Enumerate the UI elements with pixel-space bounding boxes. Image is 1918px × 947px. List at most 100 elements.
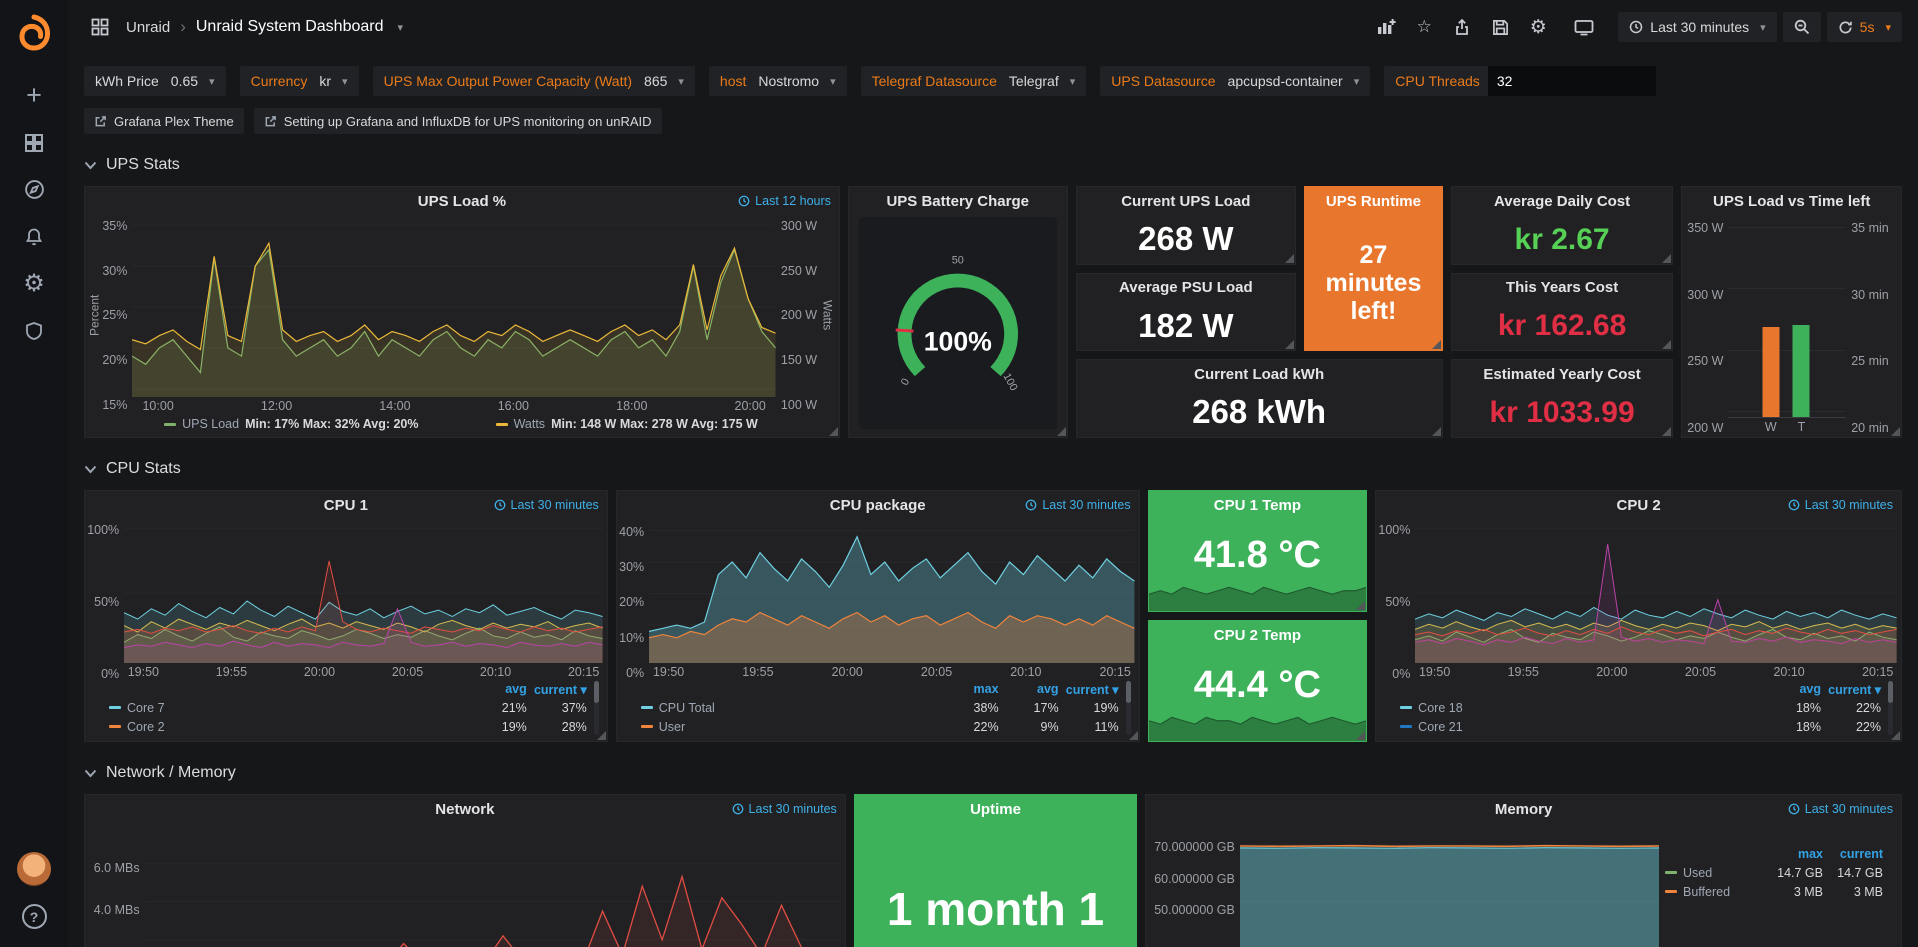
legend-column-header[interactable]: current ▾	[1821, 682, 1881, 697]
panel-title[interactable]: CPU 2	[1616, 497, 1660, 514]
panel-resize-handle[interactable]	[1891, 427, 1900, 436]
panel-title[interactable]: UPS Load %	[418, 193, 506, 210]
legend-column-header[interactable]: current	[1823, 847, 1883, 861]
legend-series-toggle[interactable]: Core 18	[1400, 701, 1761, 715]
panel-title[interactable]: UPS Runtime	[1326, 193, 1421, 210]
legend-series-toggle[interactable]: Buffered	[1665, 885, 1763, 899]
caret-down-icon[interactable]: ▾	[398, 21, 404, 34]
apps-grid-icon[interactable]	[84, 12, 116, 42]
create-icon[interactable]: +	[0, 72, 68, 119]
variable-value-dropdown[interactable]: 0.65▾	[167, 73, 226, 89]
plot-canvas	[145, 825, 841, 947]
cycle-view-tv-icon[interactable]	[1568, 12, 1600, 42]
panel-title[interactable]: UPS Battery Charge	[886, 193, 1029, 210]
panel-title[interactable]: CPU 2 Temp	[1214, 627, 1301, 644]
variable-value-dropdown[interactable]: Telegraf▾	[1005, 73, 1086, 89]
server-admin-shield-icon[interactable]	[0, 307, 68, 354]
panel-resize-handle[interactable]	[597, 731, 606, 740]
panel-resize-handle[interactable]	[1129, 731, 1138, 740]
y-tick-label: 250 W	[781, 264, 817, 278]
variable-value-dropdown[interactable]: apcupsd-container▾	[1224, 73, 1371, 89]
panel-title[interactable]: CPU 1 Temp	[1214, 497, 1301, 514]
legend-column-header[interactable]: current ▾	[527, 682, 587, 697]
dashboard-link-plex-theme[interactable]: Grafana Plex Theme	[84, 108, 244, 134]
panel-title[interactable]: Uptime	[970, 801, 1021, 818]
legend-series-toggle[interactable]: Core 21	[1400, 720, 1761, 734]
variable-value-dropdown[interactable]: 865▾	[640, 73, 695, 89]
legend-column-header[interactable]: avg	[467, 682, 527, 696]
legend-series-toggle[interactable]: Used	[1665, 866, 1763, 880]
panel-title[interactable]: CPU 1	[324, 497, 368, 514]
legend-item[interactable]: WattsMin: 148 W Max: 278 W Avg: 175 W	[496, 417, 758, 431]
plus-icon: +	[26, 82, 42, 109]
panel-resize-handle[interactable]	[1662, 340, 1671, 349]
legend-column-header[interactable]: max	[1763, 847, 1823, 861]
panel-resize-handle[interactable]	[1285, 254, 1294, 263]
panel-title[interactable]: Current UPS Load	[1121, 193, 1250, 210]
cpu-threads-input[interactable]	[1488, 66, 1656, 96]
panel-title[interactable]: This Years Cost	[1506, 279, 1618, 296]
grafana-logo[interactable]	[12, 12, 56, 56]
row-toggle-network-memory[interactable]: Network / Memory	[84, 764, 1902, 782]
sparkline	[1149, 710, 1367, 741]
panel-title[interactable]: CPU package	[830, 497, 926, 514]
panel-resize-handle[interactable]	[1285, 340, 1294, 349]
legend-series-toggle[interactable]: Core 7	[109, 701, 467, 715]
y-axis-right: 300 W250 W200 W150 W100 W	[776, 217, 820, 414]
legend-series-toggle[interactable]: Core 2	[109, 720, 467, 734]
panel-resize-handle[interactable]	[1891, 731, 1900, 740]
legend-scrollbar[interactable]	[1888, 681, 1893, 735]
legend-series-toggle[interactable]: CPU Total	[641, 701, 939, 715]
breadcrumb-app[interactable]: Unraid	[126, 19, 170, 36]
add-panel-button[interactable]	[1370, 12, 1402, 42]
panel-title[interactable]: Estimated Yearly Cost	[1483, 366, 1640, 383]
time-range-picker[interactable]: Last 30 minutes ▾	[1618, 12, 1776, 42]
legend-column-header[interactable]: avg	[1761, 682, 1821, 696]
zoom-out-button[interactable]	[1783, 12, 1821, 42]
panel-resize-handle[interactable]	[1662, 254, 1671, 263]
variable-value-dropdown[interactable]: kr▾	[315, 73, 358, 89]
panel-title[interactable]: Average Daily Cost	[1494, 193, 1630, 210]
dashboard-title[interactable]: Unraid System Dashboard	[196, 18, 384, 36]
legend-series-toggle[interactable]: User	[641, 720, 939, 734]
panel-resize-handle[interactable]	[1432, 427, 1441, 436]
dashboard-link-ups-guide[interactable]: Setting up Grafana and InfluxDB for UPS …	[254, 108, 662, 134]
star-button[interactable]: ☆	[1408, 12, 1440, 42]
refresh-button[interactable]: 5s ▾	[1827, 12, 1902, 42]
panel-title[interactable]: Network	[435, 801, 494, 818]
panel-title[interactable]: Average PSU Load	[1119, 279, 1253, 296]
configuration-gear-icon[interactable]: ⚙	[0, 260, 68, 307]
row-toggle-ups-stats[interactable]: UPS Stats	[84, 156, 1902, 174]
grafana-dashboard: + ⚙ ? Unraid › Unraid System Dashboard ▾	[0, 0, 1918, 947]
legend-row: Core 219%28%	[109, 717, 587, 736]
share-button[interactable]	[1446, 12, 1478, 42]
legend-item[interactable]: UPS LoadMin: 17% Max: 32% Avg: 20%	[164, 417, 418, 431]
panel-resize-handle[interactable]	[829, 427, 838, 436]
legend-column-header[interactable]: current ▾	[1059, 682, 1119, 697]
legend-scrollbar[interactable]	[594, 681, 599, 735]
dashboards-icon[interactable]	[0, 119, 68, 166]
panel-resize-handle[interactable]	[1432, 340, 1441, 349]
panel-resize-handle[interactable]	[1356, 601, 1365, 610]
panel-resize-handle[interactable]	[1356, 731, 1365, 740]
user-avatar[interactable]	[17, 852, 51, 886]
legend-column-header[interactable]: avg	[999, 682, 1059, 696]
x-tick-label: 19:55	[216, 665, 247, 679]
cpu-package-chart: 40%30%20%10%0%19:5019:5520:0020:0520:102…	[617, 519, 1139, 741]
external-link-icon	[94, 115, 107, 128]
help-icon[interactable]: ?	[22, 904, 47, 929]
panel-title[interactable]: Memory	[1495, 801, 1553, 818]
panel-title[interactable]: Current Load kWh	[1194, 366, 1324, 383]
clock-icon	[1025, 499, 1037, 511]
explore-compass-icon[interactable]	[0, 166, 68, 213]
alerting-bell-icon[interactable]	[0, 213, 68, 260]
save-button[interactable]	[1484, 12, 1516, 42]
row-toggle-cpu-stats[interactable]: CPU Stats	[84, 460, 1902, 478]
panel-resize-handle[interactable]	[1057, 427, 1066, 436]
legend-scrollbar[interactable]	[1126, 681, 1131, 735]
dashboard-settings-gear-icon[interactable]: ⚙	[1522, 12, 1554, 42]
panel-resize-handle[interactable]	[1662, 427, 1671, 436]
legend-column-header[interactable]: max	[939, 682, 999, 696]
panel-title[interactable]: UPS Load vs Time left	[1713, 193, 1870, 210]
variable-value-dropdown[interactable]: Nostromo▾	[754, 73, 846, 89]
